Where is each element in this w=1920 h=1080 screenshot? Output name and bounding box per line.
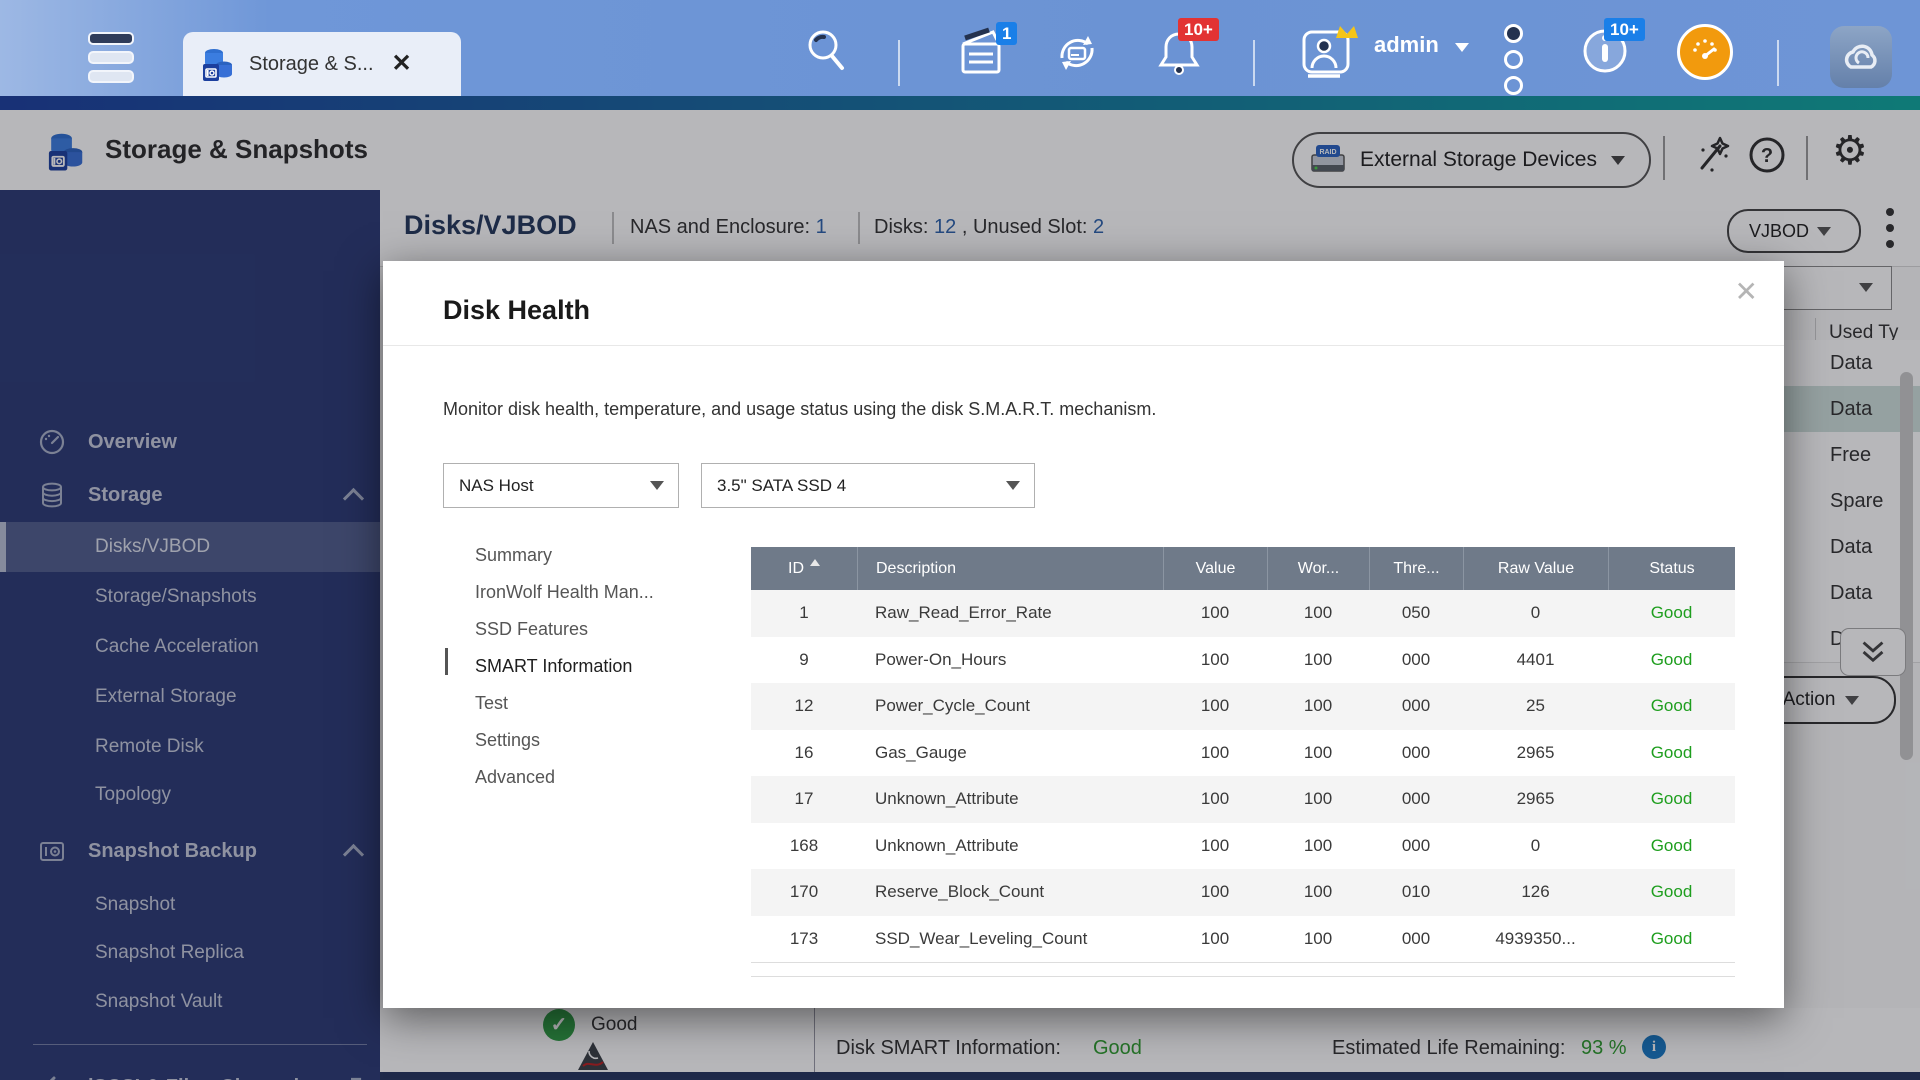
dialog-header-divider — [383, 345, 1784, 346]
more-options-icon[interactable] — [1504, 24, 1523, 102]
host-dropdown[interactable]: NAS Host — [443, 463, 679, 508]
admin-avatar[interactable] — [1300, 26, 1358, 78]
partial-next-row — [751, 962, 1735, 977]
dialog-nav: Summary IronWolf Health Man... SSD Featu… — [475, 537, 654, 796]
disk-dropdown-value: 3.5" SATA SSD 4 — [717, 475, 847, 495]
admin-menu[interactable]: admin — [1374, 32, 1469, 58]
tab-close-icon[interactable]: ✕ — [392, 52, 412, 76]
search-icon[interactable] — [800, 24, 852, 76]
col-description[interactable]: Description — [857, 547, 1163, 590]
table-row[interactable]: 170 Reserve_Block_Count 100 100 010 126 Good — [751, 869, 1735, 916]
host-dropdown-value: NAS Host — [459, 475, 534, 495]
app-tab-storage-snapshots[interactable]: Storage & S... ✕ — [183, 32, 461, 96]
taskbar-divider — [898, 40, 900, 86]
col-threshold[interactable]: Thre... — [1369, 547, 1463, 590]
chevron-down-icon — [1006, 481, 1020, 490]
nav-item-advanced[interactable]: Advanced — [475, 759, 654, 796]
qts-desktop: Storage & S... ✕ 1 10+ admin 10+ Storage… — [0, 0, 1920, 1080]
alerts-badge: 10+ — [1178, 18, 1219, 41]
table-row[interactable]: 17 Unknown_Attribute 100 100 000 2965 Good — [751, 776, 1735, 823]
dialog-title: Disk Health — [443, 295, 591, 325]
info-badge: 10+ — [1604, 18, 1645, 41]
nav-item-settings[interactable]: Settings — [475, 722, 654, 759]
smart-table: ID Description Value Wor... Thre... Raw … — [751, 547, 1735, 962]
nav-item-summary[interactable]: Summary — [475, 537, 654, 574]
taskbar-divider — [1253, 40, 1255, 86]
smart-table-header: ID Description Value Wor... Thre... Raw … — [751, 547, 1735, 590]
tab-label: Storage & S... — [249, 52, 374, 75]
nav-active-bar — [445, 648, 448, 675]
dialog-description: Monitor disk health, temperature, and us… — [443, 399, 1157, 419]
taskbar: Storage & S... ✕ 1 10+ admin 10+ — [0, 0, 1920, 96]
nav-item-test[interactable]: Test — [475, 685, 654, 722]
table-row[interactable]: 168 Unknown_Attribute 100 100 000 0 Good — [751, 822, 1735, 869]
table-row[interactable]: 1 Raw_Read_Error_Rate 100 100 050 0 Good — [751, 590, 1735, 637]
main-menu-icon[interactable] — [88, 32, 134, 89]
taskbar-divider — [1777, 40, 1779, 86]
table-row[interactable]: 173 SSD_Wear_Leveling_Count 100 100 000 49393… — [751, 915, 1735, 962]
chevron-down-icon — [650, 481, 664, 490]
sync-icon[interactable] — [1048, 24, 1106, 82]
nav-item-ironwolf[interactable]: IronWolf Health Man... — [475, 574, 654, 611]
col-worst[interactable]: Wor... — [1267, 547, 1369, 590]
col-status[interactable]: Status — [1608, 547, 1735, 590]
close-icon[interactable]: ✕ — [1735, 275, 1758, 308]
col-id[interactable]: ID — [751, 547, 857, 590]
nav-item-smart-information[interactable]: SMART Information — [475, 648, 654, 685]
myqnapcloud-icon[interactable] — [1830, 26, 1892, 88]
table-row[interactable]: 16 Gas_Gauge 100 100 000 2965 Good — [751, 729, 1735, 776]
admin-label: admin — [1374, 32, 1439, 57]
table-row[interactable]: 9 Power-On_Hours 100 100 000 4401 Good — [751, 636, 1735, 683]
col-raw-value[interactable]: Raw Value — [1463, 547, 1608, 590]
disk-health-dialog: Disk Health ✕ Monitor disk health, tempe… — [383, 261, 1784, 1008]
col-value[interactable]: Value — [1163, 547, 1267, 590]
resource-monitor-icon[interactable] — [1677, 24, 1733, 80]
storage-snapshots-app-icon — [197, 44, 237, 84]
disk-dropdown[interactable]: 3.5" SATA SSD 4 — [701, 463, 1035, 508]
table-row[interactable]: 12 Power_Cycle_Count 100 100 000 25 Good — [751, 683, 1735, 730]
sort-asc-icon — [810, 559, 820, 566]
nav-item-ssd-features[interactable]: SSD Features — [475, 611, 654, 648]
tasks-badge: 1 — [996, 22, 1018, 45]
chevron-down-icon — [1454, 43, 1469, 52]
